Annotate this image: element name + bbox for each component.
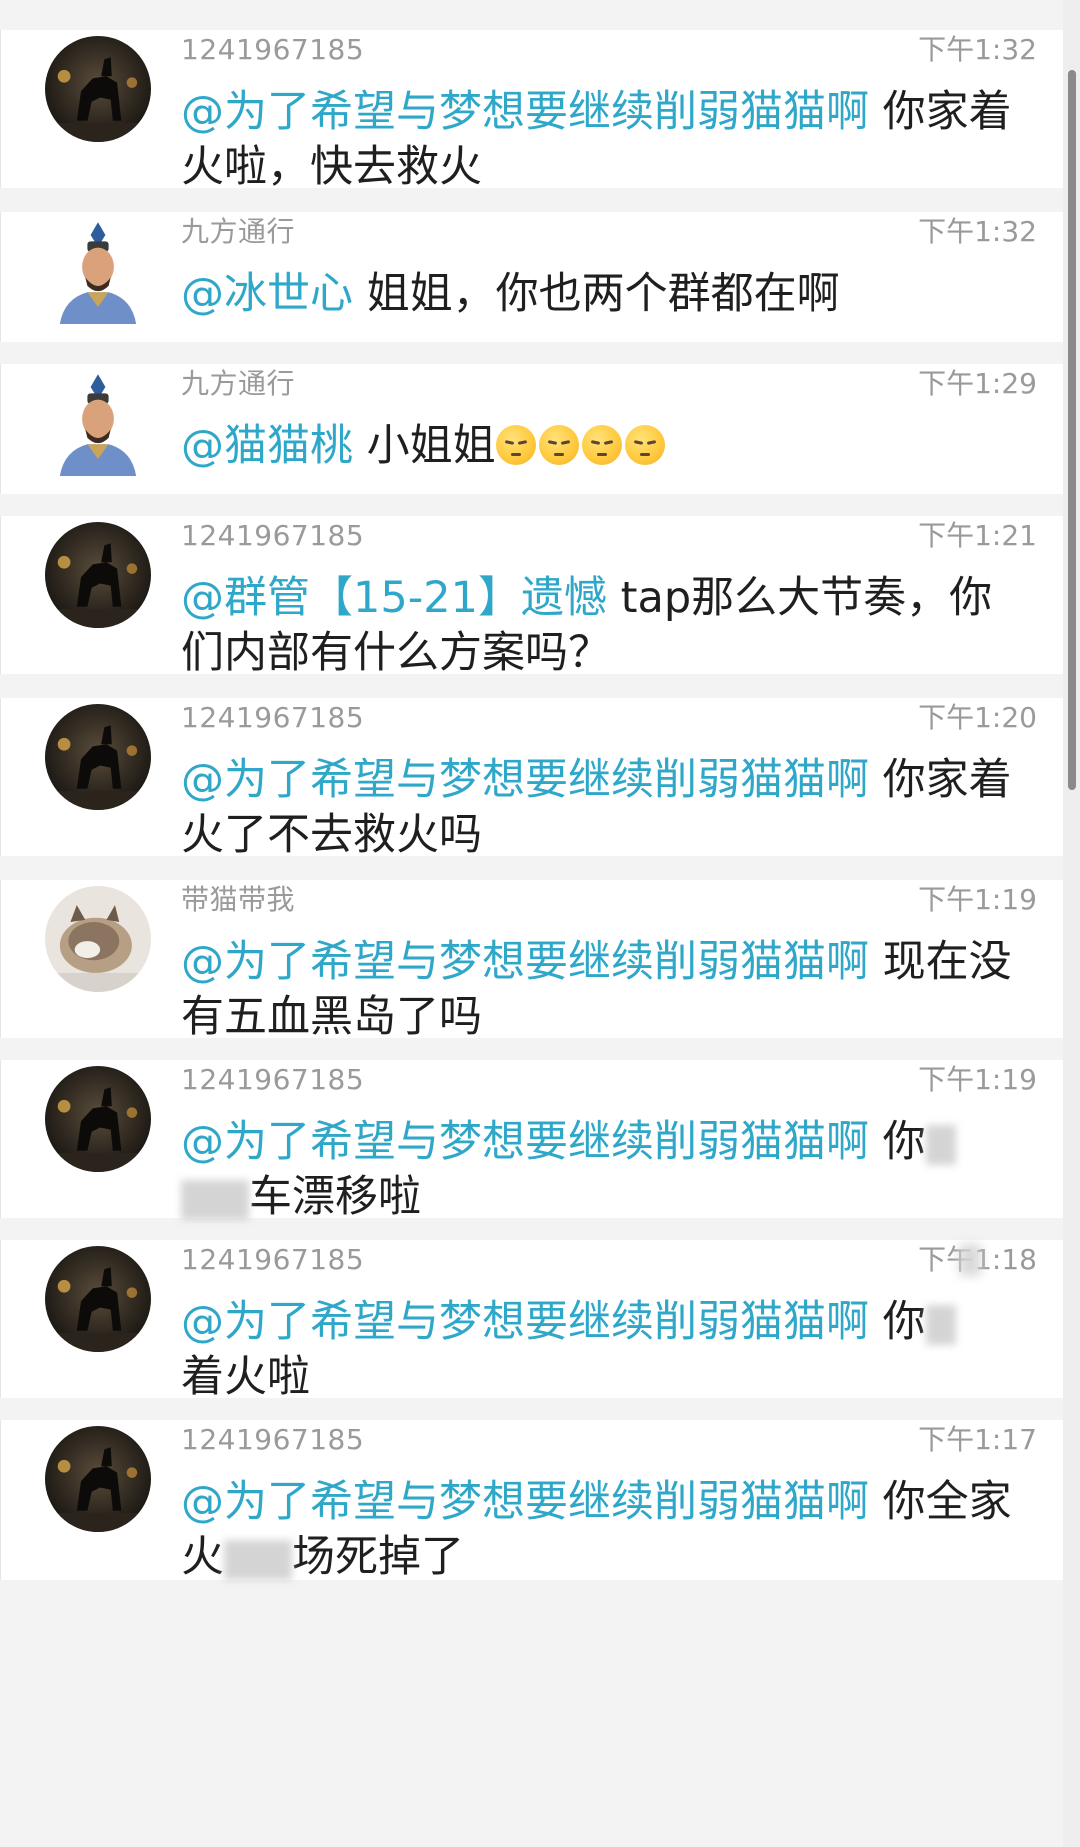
- mention-link[interactable]: @为了希望与梦想要继续削弱猫猫啊: [181, 1477, 869, 1527]
- mention-link[interactable]: @为了希望与梦想要继续削弱猫猫啊: [181, 1297, 869, 1347]
- redacted-blur: [925, 1304, 956, 1345]
- pensive-emoji-icon: [581, 424, 622, 465]
- dark-horse-statue-avatar[interactable]: [45, 1246, 151, 1352]
- message-text: 姐姐，你也两个群都在啊: [353, 269, 840, 319]
- dark-horse-statue-avatar[interactable]: [45, 36, 151, 142]
- message-content: @群管【15-21】遗憾 tap那么大节奏，你们内部有什么方案吗？: [181, 571, 1024, 681]
- pensive-emoji-icon: [624, 424, 665, 465]
- message-text: 车漂移啦: [249, 1172, 421, 1222]
- message-list[interactable]: 1241967185 下午1:32 @为了希望与梦想要继续削弱猫猫啊 你家着火啦…: [0, 0, 1080, 1847]
- message-item[interactable]: 1241967185 下午1:19 @为了希望与梦想要继续削弱猫猫啊 你车漂移啦: [0, 1060, 1064, 1222]
- sender-name: 1241967185: [181, 701, 365, 734]
- message-content: @为了希望与梦想要继续削弱猫猫啊 你家着火了不去救火吗: [181, 753, 1024, 863]
- sender-name: 带猫带我: [181, 883, 296, 916]
- message-content: @猫猫桃 小姐姐: [181, 419, 1024, 474]
- message-item[interactable]: 1241967185 下午1:18 @为了希望与梦想要继续削弱猫猫啊 你着火啦: [0, 1240, 1064, 1402]
- dark-horse-statue-avatar[interactable]: [45, 522, 151, 628]
- message-item[interactable]: 1241967185 下午1:32 @为了希望与梦想要继续削弱猫猫啊 你家着火啦…: [0, 30, 1064, 192]
- message-content: @为了希望与梦想要继续削弱猫猫啊 你车漂移啦: [181, 1115, 1024, 1225]
- message-time: 下午1:19: [918, 1063, 1037, 1096]
- message-time: 下午1:21: [918, 519, 1037, 552]
- sender-name: 九方通行: [181, 215, 296, 248]
- redacted-blur: [181, 1179, 249, 1220]
- message-time: 下午1:19: [918, 883, 1037, 916]
- message-item[interactable]: 1241967185 下午1:20 @为了希望与梦想要继续削弱猫猫啊 你家着火了…: [0, 698, 1064, 860]
- mention-link[interactable]: @为了希望与梦想要继续削弱猫猫啊: [181, 87, 869, 137]
- sender-name: 1241967185: [181, 1243, 365, 1276]
- message-time: 下午1:32: [918, 33, 1037, 66]
- message-item[interactable]: 九方通行 下午1:32 @冰世心 姐姐，你也两个群都在啊: [0, 212, 1064, 342]
- message-content: @为了希望与梦想要继续削弱猫猫啊 现在没有五血黑岛了吗: [181, 935, 1024, 1045]
- message-content: @冰世心 姐姐，你也两个群都在啊: [181, 267, 1024, 322]
- scrollbar[interactable]: [1063, 0, 1080, 1847]
- mention-link[interactable]: @为了希望与梦想要继续削弱猫猫啊: [181, 1117, 869, 1167]
- mention-link[interactable]: @冰世心: [181, 269, 353, 319]
- mention-link[interactable]: @为了希望与梦想要继续削弱猫猫啊: [181, 937, 869, 987]
- message-time: 下午1:29: [918, 367, 1037, 400]
- pensive-emoji-icon: [538, 424, 579, 465]
- message-time: 下午1:32: [918, 215, 1037, 248]
- message-text: 你: [869, 1297, 926, 1347]
- mention-link[interactable]: @猫猫桃: [181, 421, 353, 471]
- message-time: 下午1:17: [918, 1423, 1037, 1456]
- message-text: 小姐姐: [353, 421, 496, 471]
- dark-horse-statue-avatar[interactable]: [45, 1426, 151, 1532]
- emoji-group: [495, 421, 668, 471]
- message-item[interactable]: 带猫带我 下午1:19 @为了希望与梦想要继续削弱猫猫啊 现在没有五血黑岛了吗: [0, 880, 1064, 1042]
- warrior-avatar[interactable]: [45, 370, 151, 476]
- message-item[interactable]: 1241967185 下午1:21 @群管【15-21】遗憾 tap那么大节奏，…: [0, 516, 1064, 678]
- redacted-blur: [925, 1124, 956, 1165]
- scrollbar-thumb[interactable]: [1068, 70, 1076, 790]
- mention-link[interactable]: @群管【15-21】遗憾: [181, 573, 607, 623]
- message-text: 你: [869, 1117, 926, 1167]
- dark-horse-statue-avatar[interactable]: [45, 704, 151, 810]
- sender-name: 九方通行: [181, 367, 296, 400]
- message-text: 着火啦: [181, 1352, 310, 1402]
- message-text: 场死掉了: [292, 1532, 464, 1582]
- redacted-blur: [959, 1244, 981, 1276]
- pensive-emoji-icon: [495, 424, 536, 465]
- warrior-avatar[interactable]: [45, 218, 151, 324]
- message-content: @为了希望与梦想要继续削弱猫猫啊 你着火啦: [181, 1295, 1024, 1405]
- message-item[interactable]: 九方通行 下午1:29 @猫猫桃 小姐姐: [0, 364, 1064, 494]
- dark-horse-statue-avatar[interactable]: [45, 1066, 151, 1172]
- redacted-blur: [224, 1539, 292, 1580]
- message-content: @为了希望与梦想要继续削弱猫猫啊 你全家火 场死掉了: [181, 1475, 1024, 1585]
- message-item[interactable]: 1241967185 下午1:17 @为了希望与梦想要继续削弱猫猫啊 你全家火场…: [0, 1420, 1064, 1582]
- sender-name: 1241967185: [181, 519, 365, 552]
- sender-name: 1241967185: [181, 1063, 365, 1096]
- message-content: @为了希望与梦想要继续削弱猫猫啊 你家着火啦，快去救火: [181, 85, 1024, 195]
- message-time: 下午1:20: [918, 701, 1037, 734]
- mention-link[interactable]: @为了希望与梦想要继续削弱猫猫啊: [181, 755, 869, 805]
- sender-name: 1241967185: [181, 1423, 365, 1456]
- sender-name: 1241967185: [181, 33, 365, 66]
- cat-avatar[interactable]: [45, 886, 151, 992]
